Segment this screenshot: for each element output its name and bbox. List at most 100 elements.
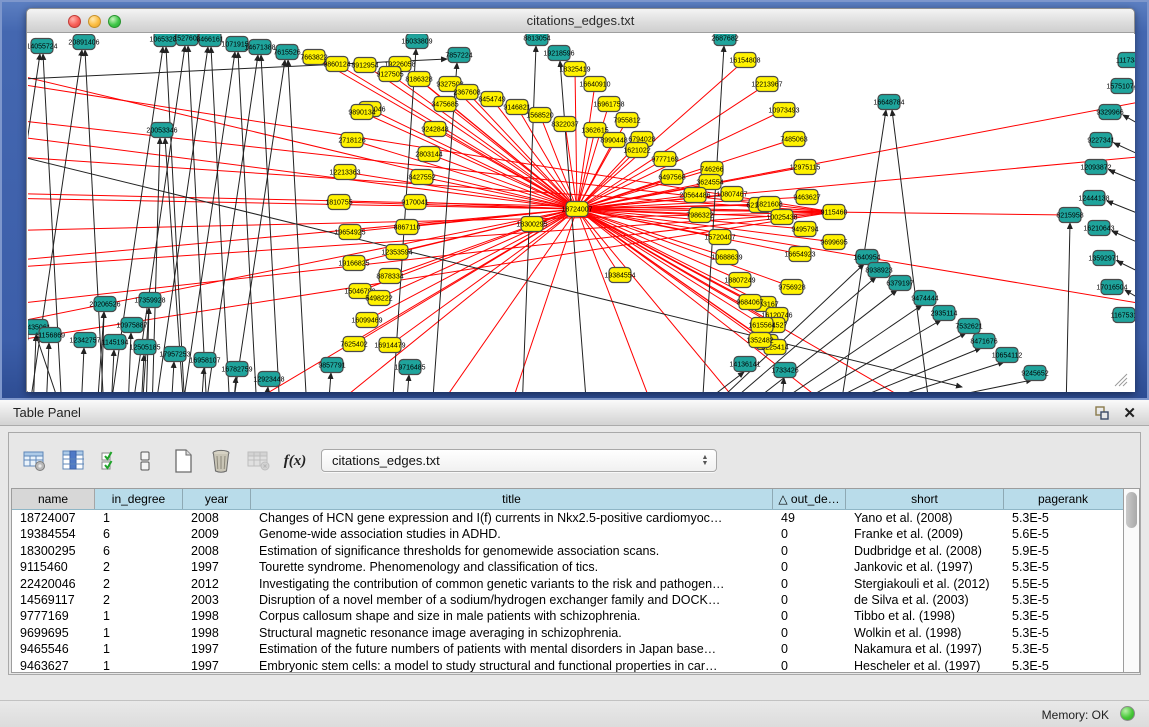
graph-node[interactable]: 12975115 [790, 160, 821, 175]
column-header-pagerank[interactable]: pagerank [1004, 489, 1122, 509]
graph-node[interactable]: 8466161 [196, 34, 223, 47]
graph-node[interactable]: 9115460 [821, 205, 848, 220]
column-header-name[interactable]: name [12, 489, 95, 509]
graph-node[interactable]: 8938923 [865, 263, 892, 278]
table-select-dropdown[interactable]: citations_edges.txt ▲▼ [321, 449, 717, 472]
graph-node[interactable]: 8867110 [394, 220, 421, 235]
graph-node[interactable]: 9495794 [791, 222, 818, 237]
table-settings-icon[interactable] [21, 447, 49, 475]
table-row[interactable]: 911546021997Tourette syndrome. Phenomeno… [12, 559, 1123, 575]
graph-node[interactable]: 10025438 [766, 210, 797, 225]
graph-node[interactable]: 16210643 [1083, 221, 1114, 236]
graph-node[interactable]: 9777169 [651, 152, 678, 167]
graph-node[interactable]: 9756928 [778, 280, 805, 295]
graph-node[interactable]: 12342757 [69, 333, 100, 348]
graph-node[interactable]: 10654112 [992, 348, 1023, 363]
graph-node[interactable]: 1615564 [748, 318, 775, 333]
graph-node[interactable]: 8990448 [600, 133, 627, 148]
graph-node[interactable]: 12505185 [129, 340, 160, 355]
graph-node[interactable]: 19218596 [543, 46, 574, 61]
graph-node[interactable]: 8878334 [376, 269, 403, 284]
graph-node[interactable]: 19716485 [394, 360, 425, 375]
graph-node[interactable]: 1145194 [102, 335, 129, 350]
graph-node[interactable]: 8186328 [405, 72, 432, 87]
graph-node[interactable]: 9474444 [911, 291, 938, 306]
graph-node[interactable]: 8215958 [1056, 208, 1083, 223]
graph-node[interactable]: 9463627 [793, 190, 820, 205]
graph-node[interactable]: 15720407 [704, 230, 735, 245]
graph-node[interactable]: 20206526 [89, 297, 120, 312]
graph-node[interactable]: 1352482 [746, 333, 773, 348]
graph-node[interactable]: 16648784 [873, 95, 904, 110]
resize-grip-icon[interactable] [1112, 371, 1128, 387]
table-row[interactable]: 946362711997Embryonic stem cells: a mode… [12, 658, 1123, 673]
graph-node[interactable]: 8912954 [351, 58, 378, 73]
graph-node[interactable]: 19166825 [338, 256, 369, 271]
graph-node[interactable]: 16640910 [579, 77, 610, 92]
graph-node[interactable]: 16099469 [351, 313, 382, 328]
column-header-short[interactable]: short [846, 489, 1004, 509]
table-row[interactable]: 977716911998Corpus callosum shape and si… [12, 608, 1123, 624]
network-graph[interactable]: 1405572420891406106532871527602846616110… [28, 34, 1135, 392]
graph-node[interactable]: 9242848 [421, 122, 448, 137]
graph-node[interactable]: 9127505 [376, 67, 403, 82]
graph-node[interactable]: 12213363 [329, 165, 360, 180]
memory-ok-led-icon[interactable] [1120, 706, 1135, 721]
graph-node[interactable]: 7625402 [340, 337, 367, 352]
graph-node[interactable]: 1117343 [1116, 53, 1135, 68]
close-window-button[interactable] [68, 15, 81, 28]
graph-node[interactable]: 12923448 [253, 372, 284, 387]
graph-node[interactable]: 9890134 [348, 105, 375, 120]
network-window-titlebar[interactable]: citations_edges.txt [27, 9, 1134, 33]
column-visibility-icon[interactable] [59, 447, 87, 475]
function-icon[interactable]: f(x) [281, 447, 309, 475]
graph-node[interactable]: 2367608 [453, 85, 480, 100]
graph-node[interactable]: 6497568 [658, 170, 685, 185]
graph-node[interactable]: 12353594 [381, 245, 412, 260]
graph-node[interactable]: 19654925 [334, 225, 365, 240]
graph-node[interactable]: 1810755 [325, 195, 352, 210]
graph-node[interactable]: 12093872 [1080, 160, 1111, 175]
network-window[interactable]: citations_edges.txt 14055724208914061065… [26, 8, 1135, 392]
graph-node[interactable]: 8427552 [408, 170, 435, 185]
table-row[interactable]: 2242004622012Investigating the contribut… [12, 576, 1123, 592]
graph-node[interactable]: 8322037 [551, 117, 578, 132]
graph-node[interactable]: 16033809 [401, 34, 432, 49]
graph-node[interactable]: 12444138 [1078, 191, 1109, 206]
graph-node[interactable]: 16914479 [374, 338, 405, 353]
graph-node[interactable]: 9329966 [1096, 105, 1123, 120]
graph-node[interactable]: 9860124 [323, 57, 350, 72]
graph-node[interactable]: 16154808 [729, 53, 760, 68]
graph-node[interactable]: 7532621 [955, 319, 982, 334]
graph-node[interactable]: 8813054 [523, 34, 550, 46]
graph-node[interactable]: 8454749 [478, 92, 505, 107]
graph-node[interactable]: 9227341 [1087, 133, 1114, 148]
graph-node[interactable]: 10975887 [116, 318, 147, 333]
column-header-title[interactable]: title [251, 489, 773, 509]
graph-node[interactable]: 17359928 [134, 293, 165, 308]
table-scrollbar[interactable] [1123, 488, 1140, 673]
graph-node[interactable]: 18325419 [559, 62, 590, 77]
graph-node[interactable]: 19384554 [604, 268, 635, 283]
node-table[interactable]: namein_degreeyeartitle△ out_de…shortpage… [11, 488, 1123, 673]
graph-node[interactable]: 1621022 [623, 143, 650, 158]
zoom-window-button[interactable] [108, 15, 121, 28]
graph-node[interactable]: 14136141 [729, 357, 760, 372]
graph-node[interactable]: 17957253 [159, 347, 190, 362]
graph-node[interactable]: 7485063 [780, 132, 807, 147]
graph-node[interactable]: 14055724 [28, 39, 58, 54]
graph-node[interactable]: 9857791 [318, 358, 345, 373]
scrollbar-thumb[interactable] [1126, 492, 1137, 528]
column-header-in_degree[interactable]: in_degree [95, 489, 183, 509]
graph-node[interactable]: 9684067 [736, 295, 763, 310]
table-row[interactable]: 1872400712008Changes of HCN gene express… [12, 510, 1123, 526]
graph-node[interactable]: 8471676 [970, 334, 997, 349]
delete-icon[interactable] [207, 447, 235, 475]
table-mode-icon[interactable] [131, 447, 159, 475]
graph-node[interactable]: 20053346 [146, 123, 177, 138]
graph-node[interactable]: 12213967 [751, 77, 782, 92]
graph-node[interactable]: 16958107 [189, 353, 220, 368]
graph-node[interactable]: 15751074 [1106, 79, 1135, 94]
graph-node[interactable]: 2803144 [415, 147, 442, 162]
graph-node[interactable]: 14671388 [244, 40, 275, 55]
